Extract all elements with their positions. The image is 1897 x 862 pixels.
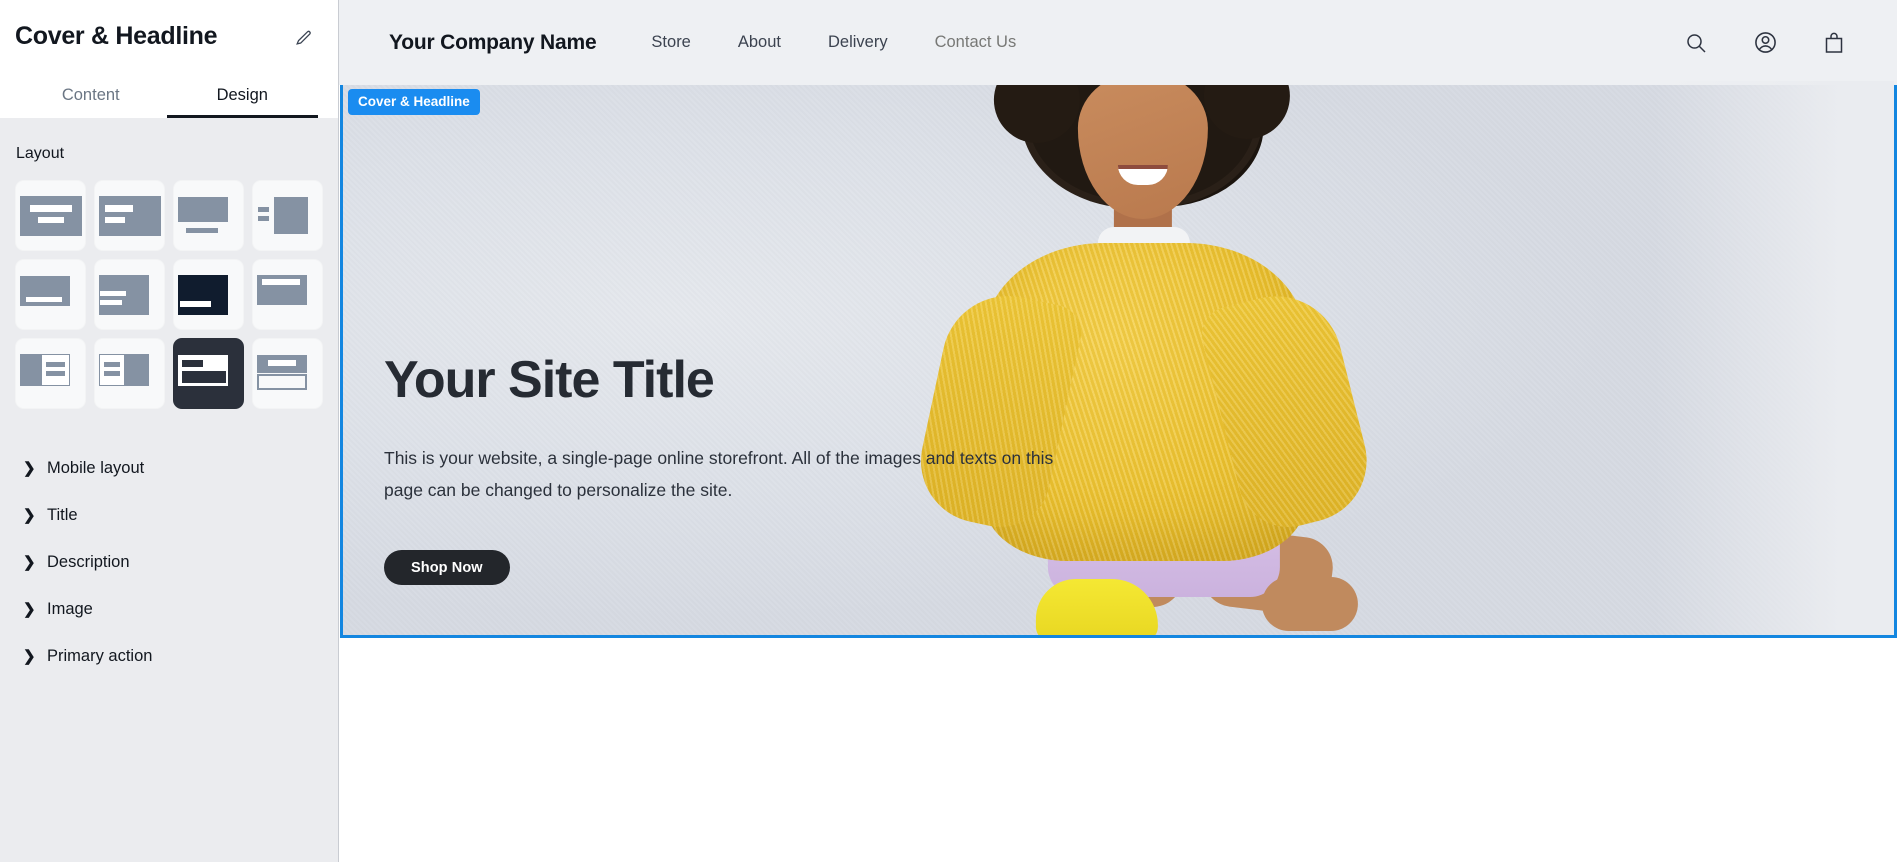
nav-link-store[interactable]: Store xyxy=(651,33,690,52)
sidebar-item-label: Mobile layout xyxy=(47,459,145,477)
chevron-right-icon: ❯ xyxy=(23,554,36,571)
model-foot-right xyxy=(1261,577,1358,631)
sidebar-header: Cover & Headline Content Design xyxy=(0,0,338,118)
hero-text-block: Your Site Title This is your website, a … xyxy=(384,353,1144,586)
pencil-icon xyxy=(295,30,311,45)
design-sidebar: Cover & Headline Content Design Layout ❯… xyxy=(0,0,339,862)
layout-option-image-above-bar[interactable] xyxy=(15,259,86,330)
thumb-art xyxy=(19,275,82,315)
layout-option-stacked-outline[interactable] xyxy=(252,338,323,409)
cover-headline-section: Your Site Title This is your website, a … xyxy=(343,81,1894,635)
layout-option-top-bar-light[interactable] xyxy=(252,259,323,330)
sidebar-item-title[interactable]: ❯ Title xyxy=(15,492,323,539)
layout-option-left-top[interactable] xyxy=(94,180,165,251)
layout-option-text-left-image-right[interactable] xyxy=(252,180,323,251)
thumb-art xyxy=(98,195,161,236)
page-title: Cover & Headline xyxy=(15,22,218,51)
nav-link-about[interactable]: About xyxy=(738,33,781,52)
sidebar-item-primary-action[interactable]: ❯ Primary action xyxy=(15,633,323,680)
layout-option-split-right-panel[interactable] xyxy=(15,338,86,409)
layout-option-overlay-card-dark[interactable] xyxy=(173,338,244,409)
sidebar-item-label: Title xyxy=(47,506,78,524)
thumb-art xyxy=(257,196,319,236)
sidebar-title-row: Cover & Headline xyxy=(15,22,318,52)
chevron-right-icon: ❯ xyxy=(23,648,36,665)
model-face xyxy=(1077,81,1208,219)
thumb-art xyxy=(98,274,161,315)
layout-thumbnail-grid xyxy=(15,180,323,409)
account-icon[interactable] xyxy=(1752,30,1778,56)
thumb-art xyxy=(256,354,319,394)
site-nav-links: Store About Delivery Contact Us xyxy=(651,33,1016,52)
sidebar-item-label: Primary action xyxy=(47,647,153,665)
sidebar-item-image[interactable]: ❯ Image xyxy=(15,586,323,633)
thumb-art xyxy=(19,353,82,394)
thumb-art xyxy=(177,196,240,236)
status-badge[interactable]: Cover & Headline xyxy=(348,89,480,115)
hero-title[interactable]: Your Site Title xyxy=(384,353,1144,408)
chevron-right-icon: ❯ xyxy=(23,601,36,618)
nav-link-delivery[interactable]: Delivery xyxy=(828,33,888,52)
cart-icon[interactable] xyxy=(1821,30,1847,56)
thumb-art xyxy=(256,274,319,315)
site-brand[interactable]: Your Company Name xyxy=(389,31,597,55)
site-nav-icons xyxy=(1683,30,1847,56)
thumb-art xyxy=(19,195,82,236)
design-sections-list: ❯ Mobile layout ❯ Title ❯ Description ❯ … xyxy=(15,445,323,680)
thumb-art xyxy=(98,353,161,394)
sidebar-tabs: Content Design xyxy=(15,76,318,118)
thumb-art xyxy=(177,274,240,315)
sidebar-item-description[interactable]: ❯ Description xyxy=(15,539,323,586)
site-navbar: Your Company Name Store About Delivery C… xyxy=(339,0,1897,85)
site-preview: Your Company Name Store About Delivery C… xyxy=(339,0,1897,862)
tab-content[interactable]: Content xyxy=(15,76,167,118)
layout-option-left-middle-lines[interactable] xyxy=(94,259,165,330)
sidebar-item-label: Description xyxy=(47,553,130,571)
sidebar-item-mobile-layout[interactable]: ❯ Mobile layout xyxy=(15,445,323,492)
edit-pencil-button[interactable] xyxy=(288,22,318,52)
layout-option-dark-bottom-bar[interactable] xyxy=(173,259,244,330)
layout-option-centered-top[interactable] xyxy=(15,180,86,251)
nav-link-contact-us[interactable]: Contact Us xyxy=(935,33,1017,52)
search-icon[interactable] xyxy=(1683,30,1709,56)
tab-design[interactable]: Design xyxy=(166,76,319,118)
hero-description[interactable]: This is your website, a single-page onli… xyxy=(384,442,1096,508)
layout-option-split-left-panel[interactable] xyxy=(94,338,165,409)
shop-now-button[interactable]: Shop Now xyxy=(384,550,510,586)
thumb-art xyxy=(177,354,240,394)
model-smile xyxy=(1117,165,1168,185)
sidebar-item-label: Image xyxy=(47,600,93,618)
sidebar-body: Layout ❯ Mobile layout ❯ Title ❯ Descrip… xyxy=(0,118,338,862)
layout-section-label: Layout xyxy=(16,145,65,162)
chevron-right-icon: ❯ xyxy=(23,507,36,524)
hero-gradient-overlay xyxy=(1654,81,1894,635)
model-yellow-shoe xyxy=(1035,579,1158,635)
layout-option-image-above-caption[interactable] xyxy=(173,180,244,251)
selected-section-outline[interactable]: Your Site Title This is your website, a … xyxy=(340,78,1897,638)
site-editor: Cover & Headline Content Design Layout ❯… xyxy=(0,0,1897,862)
chevron-right-icon: ❯ xyxy=(23,460,36,477)
